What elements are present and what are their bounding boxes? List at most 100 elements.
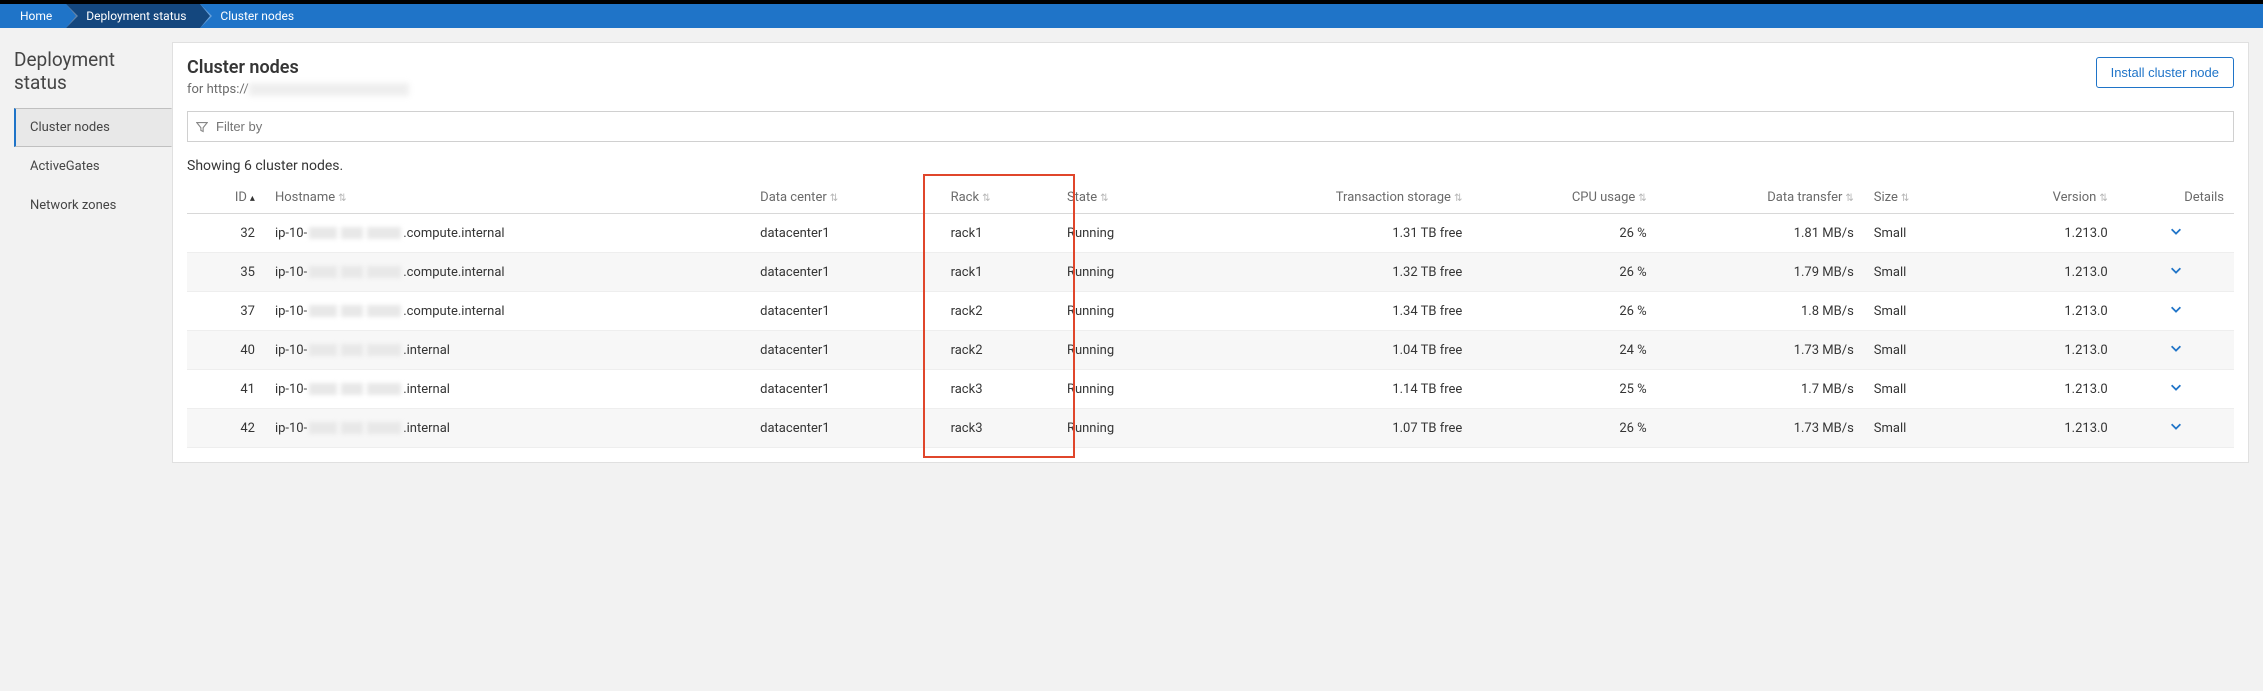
chevron-down-icon: [2169, 380, 2183, 394]
cell-version: 1.213.0: [1972, 409, 2118, 448]
sort-icon: ⇅: [1901, 193, 1909, 204]
col-details: Details: [2118, 182, 2234, 214]
chevron-down-icon: [2169, 419, 2183, 433]
cell-rack: rack1: [941, 214, 1057, 253]
cell-hostname: ip-10-.internal: [265, 409, 750, 448]
breadcrumb: HomeDeployment statusCluster nodes: [0, 4, 2263, 28]
col-datacenter[interactable]: Data center⇅: [750, 182, 940, 214]
cell-tx-storage: 1.31 TB free: [1188, 214, 1473, 253]
content-subtitle: for https://: [187, 82, 409, 97]
sidebar-item[interactable]: Cluster nodes: [14, 108, 172, 147]
cell-rack: rack2: [941, 292, 1057, 331]
sort-asc-icon: ▴: [250, 193, 255, 204]
cell-data-transfer: 1.7 MB/s: [1657, 370, 1864, 409]
cell-data-transfer: 1.8 MB/s: [1657, 292, 1864, 331]
cell-version: 1.213.0: [1972, 370, 2118, 409]
breadcrumb-item[interactable]: Home: [0, 4, 66, 28]
sort-icon: ⇅: [2099, 193, 2107, 204]
cell-hostname: ip-10-.internal: [265, 370, 750, 409]
cell-state: Running: [1057, 253, 1188, 292]
col-state[interactable]: State⇅: [1057, 182, 1188, 214]
sidebar-item[interactable]: ActiveGates: [14, 147, 172, 186]
expand-row-button[interactable]: [2118, 214, 2234, 253]
cell-id: 41: [187, 370, 265, 409]
cell-id: 40: [187, 331, 265, 370]
sidebar: Deployment status Cluster nodesActiveGat…: [0, 28, 172, 225]
filter-icon: [196, 121, 208, 133]
sidebar-nav: Cluster nodesActiveGatesNetwork zones: [14, 108, 172, 225]
cell-cpu: 26 %: [1472, 292, 1656, 331]
table-row[interactable]: 42ip-10-.internaldatacenter1rack3Running…: [187, 409, 2234, 448]
cell-rack: rack2: [941, 331, 1057, 370]
cell-size: Small: [1864, 409, 1972, 448]
table-row[interactable]: 35ip-10-.compute.internaldatacenter1rack…: [187, 253, 2234, 292]
cell-size: Small: [1864, 214, 1972, 253]
cell-state: Running: [1057, 370, 1188, 409]
cell-hostname: ip-10-.compute.internal: [265, 253, 750, 292]
table-row[interactable]: 41ip-10-.internaldatacenter1rack3Running…: [187, 370, 2234, 409]
filter-bar[interactable]: [187, 111, 2234, 142]
cell-cpu: 25 %: [1472, 370, 1656, 409]
cell-cpu: 26 %: [1472, 214, 1656, 253]
cell-state: Running: [1057, 409, 1188, 448]
main-panel: Cluster nodes for https:// Install clust…: [172, 42, 2249, 463]
cell-id: 42: [187, 409, 265, 448]
cell-state: Running: [1057, 214, 1188, 253]
col-version[interactable]: Version⇅: [1972, 182, 2118, 214]
chevron-down-icon: [2169, 302, 2183, 316]
cell-data-transfer: 1.73 MB/s: [1657, 331, 1864, 370]
cell-rack: rack3: [941, 370, 1057, 409]
filter-input[interactable]: [214, 118, 2225, 135]
content-title: Cluster nodes: [187, 57, 409, 78]
redacted-url: [249, 83, 409, 96]
sort-icon: ⇅: [830, 193, 838, 204]
expand-row-button[interactable]: [2118, 331, 2234, 370]
expand-row-button[interactable]: [2118, 409, 2234, 448]
install-cluster-node-button[interactable]: Install cluster node: [2096, 57, 2234, 88]
cell-hostname: ip-10-.internal: [265, 331, 750, 370]
col-tx-storage[interactable]: Transaction storage⇅: [1188, 182, 1473, 214]
expand-row-button[interactable]: [2118, 292, 2234, 331]
sort-icon: ⇅: [1845, 193, 1853, 204]
cell-state: Running: [1057, 331, 1188, 370]
chevron-down-icon: [2169, 224, 2183, 238]
breadcrumb-item[interactable]: Deployment status: [66, 4, 200, 28]
cell-size: Small: [1864, 331, 1972, 370]
cell-size: Small: [1864, 253, 1972, 292]
col-data-transfer[interactable]: Data transfer⇅: [1657, 182, 1864, 214]
table-row[interactable]: 40ip-10-.internaldatacenter1rack2Running…: [187, 331, 2234, 370]
cell-rack: rack3: [941, 409, 1057, 448]
col-size[interactable]: Size⇅: [1864, 182, 1972, 214]
col-rack[interactable]: Rack⇅: [941, 182, 1057, 214]
cell-cpu: 26 %: [1472, 253, 1656, 292]
cell-tx-storage: 1.34 TB free: [1188, 292, 1473, 331]
chevron-down-icon: [2169, 263, 2183, 277]
col-hostname[interactable]: Hostname⇅: [265, 182, 750, 214]
sort-icon: ⇅: [1100, 193, 1108, 204]
cell-state: Running: [1057, 292, 1188, 331]
cell-version: 1.213.0: [1972, 253, 2118, 292]
col-cpu[interactable]: CPU usage⇅: [1472, 182, 1656, 214]
sort-icon: ⇅: [1638, 193, 1646, 204]
expand-row-button[interactable]: [2118, 370, 2234, 409]
cell-rack: rack1: [941, 253, 1057, 292]
col-id[interactable]: ID▴: [187, 182, 265, 214]
result-count: Showing 6 cluster nodes.: [187, 158, 2234, 174]
page-title: Deployment status: [14, 48, 172, 94]
cell-tx-storage: 1.32 TB free: [1188, 253, 1473, 292]
table-row[interactable]: 32ip-10-.compute.internaldatacenter1rack…: [187, 214, 2234, 253]
cell-datacenter: datacenter1: [750, 331, 940, 370]
cell-datacenter: datacenter1: [750, 253, 940, 292]
cell-datacenter: datacenter1: [750, 214, 940, 253]
cell-id: 35: [187, 253, 265, 292]
sort-icon: ⇅: [338, 193, 346, 204]
cell-datacenter: datacenter1: [750, 409, 940, 448]
cell-version: 1.213.0: [1972, 331, 2118, 370]
sidebar-item[interactable]: Network zones: [14, 186, 172, 225]
cell-version: 1.213.0: [1972, 292, 2118, 331]
expand-row-button[interactable]: [2118, 253, 2234, 292]
table-row[interactable]: 37ip-10-.compute.internaldatacenter1rack…: [187, 292, 2234, 331]
cell-data-transfer: 1.81 MB/s: [1657, 214, 1864, 253]
sort-icon: ⇅: [982, 193, 990, 204]
breadcrumb-item[interactable]: Cluster nodes: [200, 4, 308, 28]
